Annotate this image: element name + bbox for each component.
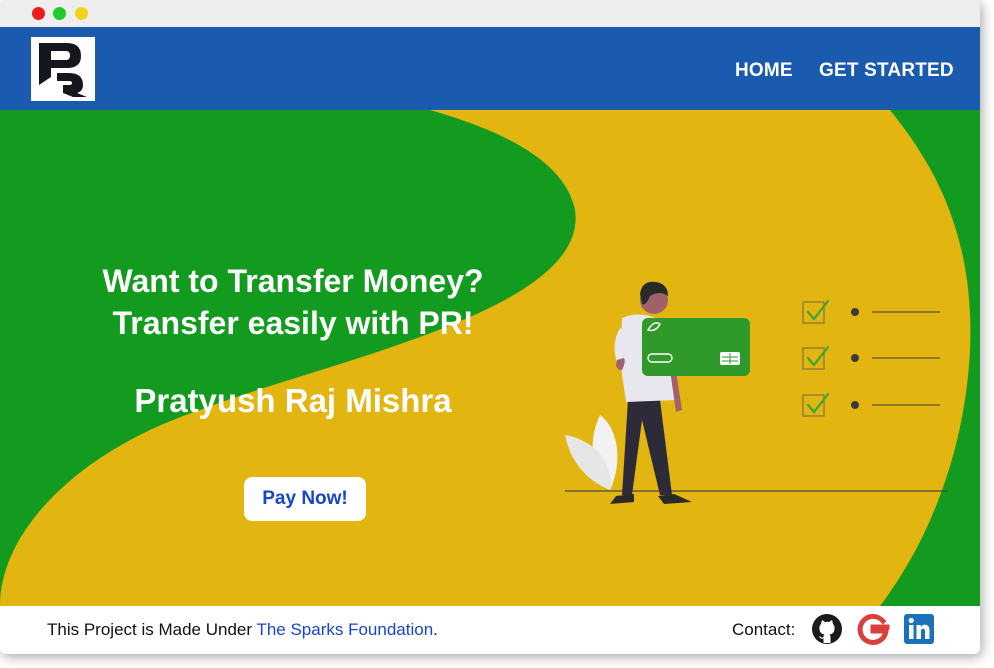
pr-logo-icon	[39, 43, 87, 97]
brand-logo[interactable]	[31, 37, 95, 101]
footer-text-prefix: This Project is Made Under	[47, 620, 257, 639]
sparks-foundation-link[interactable]: The Sparks Foundation	[256, 620, 433, 639]
google-icon[interactable]	[856, 612, 890, 646]
footer: This Project is Made Under The Sparks Fo…	[0, 606, 980, 654]
github-icon[interactable]	[810, 612, 844, 646]
maximize-window-button[interactable]	[53, 7, 66, 20]
hero-author-name: Pratyush Raj Mishra	[134, 382, 452, 419]
close-window-button[interactable]	[32, 7, 45, 20]
hero-headline-line1: Want to Transfer Money?	[102, 263, 484, 299]
nav-get-started-link[interactable]: GET STARTED	[819, 60, 954, 82]
hero-headline-line2: Transfer easily with PR!	[112, 305, 474, 341]
navbar: HOME GET STARTED	[0, 27, 980, 110]
linkedin-icon[interactable]	[902, 612, 936, 646]
footer-text-suffix: .	[433, 620, 438, 639]
hero-headline: Want to Transfer Money? Transfer easily …	[60, 260, 526, 344]
payment-illustration	[565, 281, 948, 504]
pay-now-button[interactable]: Pay Now!	[244, 477, 366, 521]
footer-credit-text: This Project is Made Under The Sparks Fo…	[47, 620, 438, 640]
contact-label: Contact:	[732, 620, 796, 639]
nav-home-link[interactable]: HOME	[735, 60, 793, 82]
minimize-window-button[interactable]	[75, 7, 88, 20]
hero-section: Want to Transfer Money? Transfer easily …	[0, 110, 980, 606]
window-titlebar	[0, 0, 980, 28]
browser-window: HOME GET STARTED Want to Transfer Money?…	[0, 0, 980, 654]
